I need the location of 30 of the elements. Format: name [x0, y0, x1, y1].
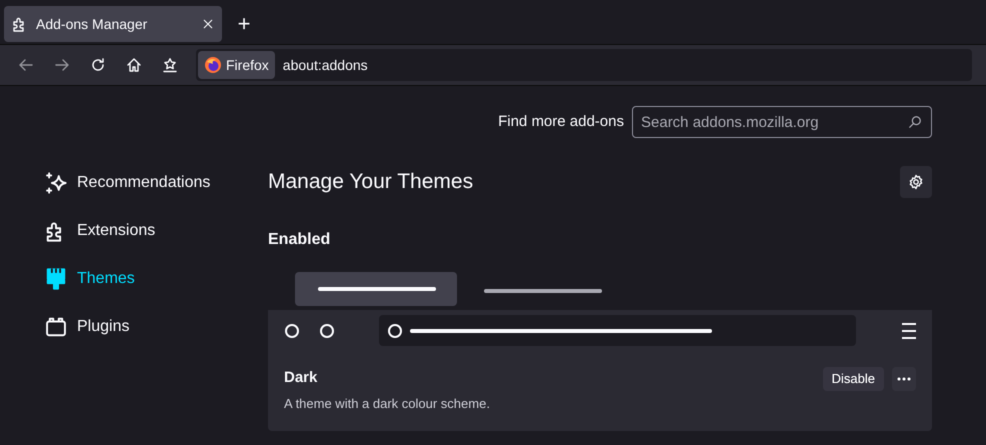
theme-name: Dark [284, 368, 318, 388]
browser-logo-icon [204, 56, 222, 74]
new-tab-button[interactable]: + [226, 6, 262, 42]
reload-icon [90, 57, 106, 73]
back-icon [18, 57, 34, 73]
section-heading: Enabled [268, 230, 332, 250]
url-text[interactable]: about:addons [282, 54, 368, 76]
search-icon [908, 115, 922, 129]
paintbrush-icon [45, 268, 67, 290]
forward-icon [54, 57, 70, 73]
find-more-label: Find more add-ons [498, 112, 624, 132]
sparkle-icon [45, 172, 67, 194]
more-options-button[interactable] [892, 367, 916, 391]
close-icon [202, 18, 214, 30]
page-heading: Manage Your Themes [268, 169, 474, 195]
more-icon [897, 377, 911, 381]
star-icon [162, 57, 178, 73]
home-icon [126, 57, 142, 73]
settings-icon [908, 174, 924, 190]
disable-button[interactable]: Disable [822, 367, 884, 391]
sidebar-item[interactable]: Plugins [45, 311, 268, 343]
settings-button[interactable] [900, 166, 932, 198]
sidebar-item[interactable]: Extensions [45, 215, 268, 247]
identity-button[interactable]: Firefox [198, 51, 275, 79]
browser-tab[interactable]: Add-ons Manager [4, 6, 222, 42]
sidebar-item[interactable]: Themes [45, 263, 268, 295]
search-field[interactable]: Search addons.mozilla.org [632, 106, 932, 138]
sidebar-item[interactable]: Recommendations [45, 167, 268, 199]
plugin-icon [45, 316, 67, 338]
theme-description: A theme with a dark colour scheme. [284, 394, 490, 412]
